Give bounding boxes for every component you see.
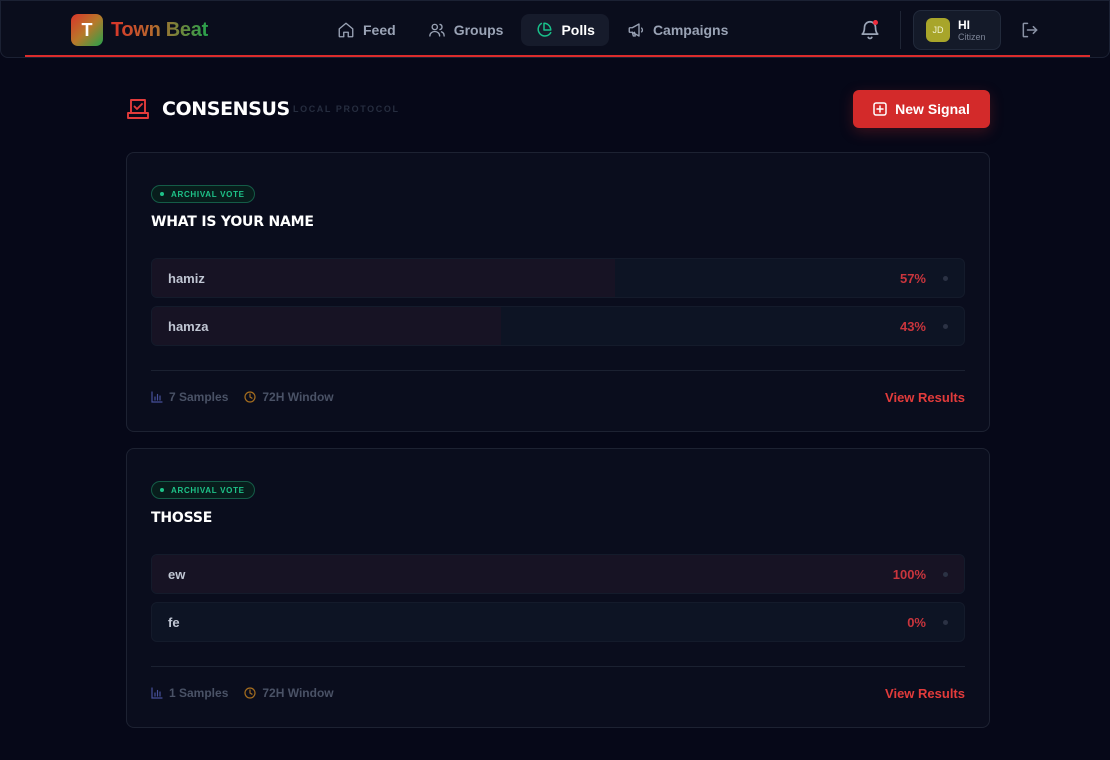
samples-count: 1 Samples [151,686,228,700]
poll-question: WHAT IS YOUR NAME [151,214,314,230]
logout-icon [1022,22,1038,38]
nav-label-feed: Feed [363,22,396,38]
users-icon [428,23,445,37]
user-greeting: HI [958,17,970,32]
nav-item-groups[interactable]: Groups [414,14,518,46]
bar-chart-icon [151,687,163,699]
view-results-link[interactable]: View Results [885,390,965,405]
option-radio-dot [943,324,948,329]
card-divider [151,370,965,371]
status-badge-label: ARCHIVAL VOTE [171,189,245,199]
option-result-bar [152,259,615,297]
nav-label-groups: Groups [453,22,504,38]
option-radio-dot [943,276,948,281]
poll-card: ARCHIVAL VOTE THOSSE ew 100% fe 0% 1 Sam… [126,448,990,728]
app-logo[interactable]: T Town Beat [71,14,208,46]
poll-options: ew 100% fe 0% [151,554,965,650]
status-badge: ARCHIVAL VOTE [151,481,255,499]
option-percent: 57% [899,271,926,286]
poll-options: hamiz 57% hamza 43% [151,258,965,354]
vote-box-icon [127,99,149,119]
avatar: JD [926,18,950,42]
top-navbar: T Town Beat Feed Groups Polls Campaigns … [0,0,1110,58]
poll-meta: 7 Samples 72H Window [151,390,334,404]
card-divider [151,666,965,667]
time-window: 72H Window [244,686,334,700]
pie-chart-icon [537,22,552,37]
option-label: hamiz [168,271,205,286]
page-title: CONSENSUS [162,98,290,120]
poll-option[interactable]: ew 100% [151,554,965,594]
samples-count: 7 Samples [151,390,228,404]
status-badge-label: ARCHIVAL VOTE [171,485,245,495]
option-result-bar [152,555,964,593]
option-percent: 43% [899,319,926,334]
user-menu[interactable]: JD HI Citizen [913,10,1001,50]
new-signal-button[interactable]: New Signal [853,90,990,128]
clock-icon [244,391,256,403]
poll-option[interactable]: hamza 43% [151,306,965,346]
new-signal-label: New Signal [895,101,970,117]
poll-question: THOSSE [151,510,213,526]
view-results-link[interactable]: View Results [885,686,965,701]
logo-mark: T [71,14,103,46]
nav-label-polls: Polls [561,22,595,38]
page-subtitle: LOCAL PROTOCOL [293,104,400,114]
nav-item-campaigns[interactable]: Campaigns [613,14,742,46]
samples-label: 1 Samples [169,686,229,700]
page-header: CONSENSUS LOCAL PROTOCOL New Signal [126,90,990,128]
option-radio-dot [943,620,948,625]
poll-meta: 1 Samples 72H Window [151,686,334,700]
megaphone-icon [628,23,644,37]
samples-label: 7 Samples [169,390,229,404]
poll-option[interactable]: fe 0% [151,602,965,642]
time-window: 72H Window [244,390,334,404]
header-accent-line [25,55,1090,57]
logout-button[interactable] [1020,20,1040,40]
app-name: Town Beat [111,18,208,41]
bar-chart-icon [151,391,163,403]
clock-icon [244,687,256,699]
option-percent: 100% [892,567,926,582]
option-radio-dot [943,572,948,577]
poll-option[interactable]: hamiz 57% [151,258,965,298]
status-dot [160,488,164,492]
plus-square-icon [873,102,887,116]
nav-item-feed[interactable]: Feed [323,14,410,46]
header-divider [900,11,901,49]
option-label: hamza [168,319,209,334]
option-percent: 0% [907,615,926,630]
notifications-button[interactable] [859,19,881,41]
nav-item-polls[interactable]: Polls [521,14,609,46]
nav-label-campaigns: Campaigns [652,22,729,38]
home-icon [338,22,354,38]
poll-card: ARCHIVAL VOTE WHAT IS YOUR NAME hamiz 57… [126,152,990,432]
option-label: ew [168,567,186,582]
status-dot [160,192,164,196]
user-role: Citizen [958,31,986,42]
status-badge: ARCHIVAL VOTE [151,185,255,203]
window-label: 72H Window [262,390,334,404]
option-label: fe [168,615,180,630]
notification-dot [873,20,878,25]
main-nav: Feed Groups Polls Campaigns [323,14,742,46]
window-label: 72H Window [262,686,334,700]
